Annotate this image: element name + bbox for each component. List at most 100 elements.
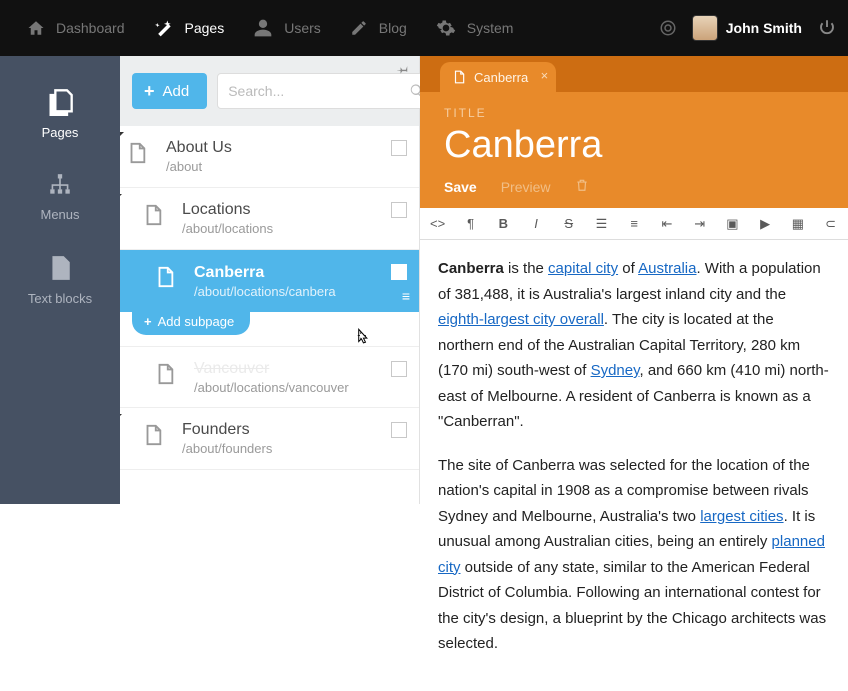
pin-icon[interactable] <box>397 62 409 78</box>
page-icon <box>154 361 176 390</box>
page-path: /about/founders <box>182 441 272 456</box>
nav-label: System <box>467 20 514 36</box>
wand-icon <box>153 18 175 38</box>
plus-icon: + <box>144 314 152 329</box>
image-icon[interactable]: ▣ <box>725 216 740 232</box>
top-nav: Dashboard Pages Users Blog System John S… <box>0 0 848 56</box>
logout-button[interactable] <box>818 18 836 39</box>
left-rail: Pages Menus Text blocks <box>0 56 120 504</box>
page-title: About Us <box>166 139 232 157</box>
page-icon <box>142 202 164 231</box>
strike-icon[interactable]: S <box>561 216 576 231</box>
search-box[interactable] <box>217 73 436 109</box>
expand-caret-icon[interactable] <box>120 132 124 144</box>
row-menu-icon[interactable]: ≡ <box>402 288 409 304</box>
sitemap-icon <box>46 172 74 198</box>
plus-icon: + <box>144 81 155 102</box>
page-row[interactable]: Vancouver /about/locations/vancouver <box>120 346 419 408</box>
user-icon <box>252 18 274 38</box>
rail-label: Menus <box>0 207 120 222</box>
nav-system[interactable]: System <box>421 0 528 56</box>
avatar[interactable] <box>692 15 718 41</box>
nav-label: Blog <box>379 20 407 36</box>
add-button[interactable]: + Add <box>132 73 207 109</box>
page-title: Vancouver <box>194 360 349 378</box>
nav-label: Users <box>284 20 321 36</box>
page-title: Canberra <box>194 264 336 282</box>
page-path: /about <box>166 159 232 174</box>
username[interactable]: John Smith <box>726 20 802 36</box>
pages-icon <box>45 88 75 116</box>
number-list-icon[interactable]: ≡ <box>627 216 642 231</box>
page-icon <box>452 69 466 85</box>
document-icon <box>47 254 73 282</box>
checkbox[interactable] <box>391 202 407 218</box>
add-label: Add <box>163 83 190 100</box>
page-list-header: + Add <box>120 56 419 126</box>
nav-blog[interactable]: Blog <box>335 0 421 56</box>
editor-panel: Canberra × TITLE Canberra Save Preview <… <box>420 56 848 504</box>
outdent-icon[interactable]: ⇤ <box>660 216 675 232</box>
editor-body[interactable]: Canberra is the capital city of Australi… <box>420 240 848 691</box>
nav-dashboard[interactable]: Dashboard <box>12 0 139 56</box>
page-row[interactable]: Founders /about/founders <box>120 408 419 470</box>
nav-users[interactable]: Users <box>238 0 335 56</box>
target-icon[interactable] <box>654 19 682 37</box>
page-icon <box>154 264 176 293</box>
page-list-panel: + Add About Us /about Locations /about/l… <box>120 56 420 504</box>
editor-tabbar: Canberra × <box>420 56 848 92</box>
close-icon[interactable]: × <box>541 68 549 83</box>
indent-icon[interactable]: ⇥ <box>692 216 707 232</box>
nav-label: Dashboard <box>56 20 125 36</box>
checkbox[interactable] <box>391 264 407 280</box>
checkbox[interactable] <box>391 361 407 377</box>
nav-pages[interactable]: Pages <box>139 0 239 56</box>
page-row[interactable]: Locations /about/locations <box>120 188 419 250</box>
checkbox[interactable] <box>391 422 407 438</box>
editor-header: TITLE Canberra Save Preview <box>420 92 848 208</box>
table-icon[interactable]: ▦ <box>791 216 806 232</box>
page-title: Founders <box>182 421 272 439</box>
power-icon <box>818 18 836 36</box>
code-icon[interactable]: <> <box>430 216 445 231</box>
page-list: About Us /about Locations /about/locatio… <box>120 126 419 504</box>
link-icon[interactable]: ⊂ <box>823 216 838 232</box>
rail-label: Text blocks <box>0 291 120 306</box>
title-label: TITLE <box>444 106 824 120</box>
add-subpage-row: + Add subpage <box>120 312 419 346</box>
page-title: Locations <box>182 201 273 219</box>
editor-toolbar: <> ¶ B I S ☰ ≡ ⇤ ⇥ ▣ ▶ ▦ ⊂ <box>420 208 848 240</box>
rail-textblocks[interactable]: Text blocks <box>0 240 120 324</box>
rail-pages[interactable]: Pages <box>0 74 120 158</box>
page-row-selected[interactable]: Canberra /about/locations/canbera ≡ <box>120 250 419 312</box>
save-button[interactable]: Save <box>444 179 477 195</box>
page-icon <box>142 422 164 451</box>
page-path: /about/locations <box>182 221 273 236</box>
video-icon[interactable]: ▶ <box>758 216 773 232</box>
page-path: /about/locations/canbera <box>194 284 336 299</box>
page-icon <box>126 140 148 169</box>
page-path: /about/locations/vancouver <box>194 380 349 395</box>
delete-button[interactable] <box>575 177 589 196</box>
search-input[interactable] <box>228 83 409 99</box>
bold-icon[interactable]: B <box>496 216 511 231</box>
editor-tab[interactable]: Canberra × <box>440 62 556 92</box>
italic-icon[interactable]: I <box>529 216 544 231</box>
nav-label: Pages <box>185 20 225 36</box>
preview-button[interactable]: Preview <box>501 179 551 195</box>
checkbox[interactable] <box>391 140 407 156</box>
rail-menus[interactable]: Menus <box>0 158 120 240</box>
page-row[interactable]: About Us /about <box>120 126 419 188</box>
tab-label: Canberra <box>474 70 528 85</box>
expand-caret-icon[interactable] <box>120 194 122 206</box>
add-subpage-label: Add subpage <box>158 314 235 329</box>
page-title-heading[interactable]: Canberra <box>444 124 824 167</box>
gear-icon <box>435 18 457 38</box>
add-subpage-button[interactable]: + Add subpage <box>132 308 250 335</box>
home-icon <box>26 19 46 37</box>
bullet-list-icon[interactable]: ☰ <box>594 216 609 232</box>
expand-caret-icon[interactable] <box>120 414 122 426</box>
pencil-icon <box>349 19 369 37</box>
pilcrow-icon[interactable]: ¶ <box>463 216 478 231</box>
rail-label: Pages <box>0 125 120 140</box>
